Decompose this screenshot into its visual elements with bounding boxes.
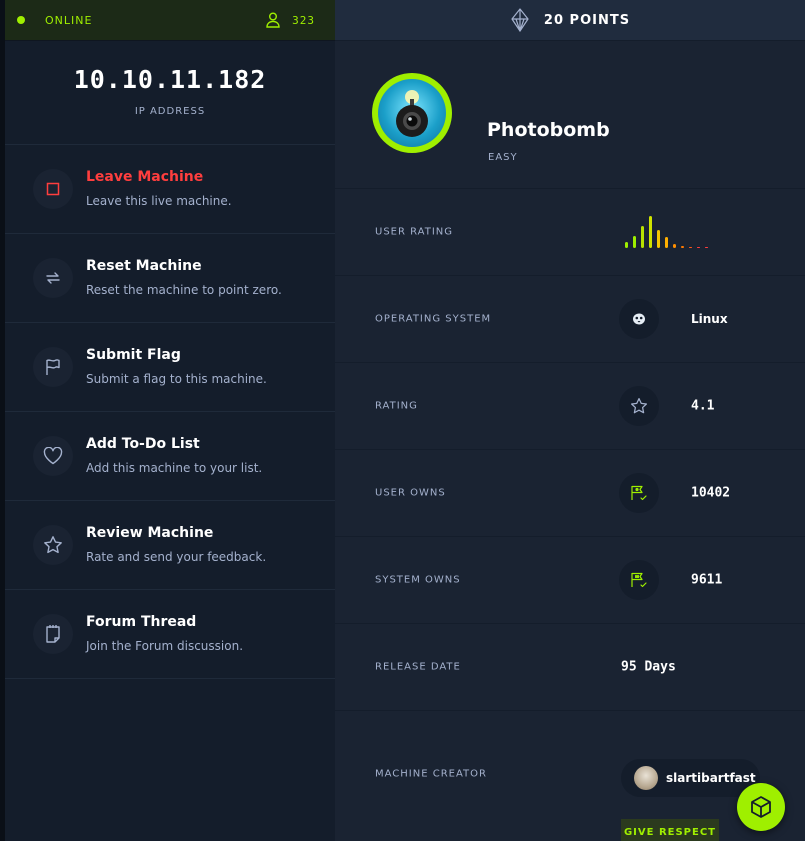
star-icon bbox=[33, 525, 73, 565]
points-label: 20 POINTS bbox=[543, 12, 631, 28]
machine-creator-row: MACHINE CREATOR slartibartfast GIVE RESP… bbox=[335, 711, 805, 841]
rating-bar bbox=[697, 247, 700, 248]
release-date-label: RELEASE DATE bbox=[375, 661, 461, 673]
system-owns-value: 9611 bbox=[691, 572, 723, 588]
bomb-camera-icon bbox=[396, 90, 428, 137]
machine-info-panel: 20 POINTS Photobomb EASY USER RATING OPE… bbox=[335, 0, 805, 841]
star-icon bbox=[619, 386, 659, 426]
machine-header: Photobomb EASY bbox=[335, 41, 805, 189]
rating-bar bbox=[705, 247, 708, 248]
points-bar: 20 POINTS bbox=[335, 0, 805, 41]
online-users: 323 bbox=[266, 12, 315, 28]
system-owns-label: SYSTEM OWNS bbox=[375, 574, 461, 586]
reset-arrows-icon bbox=[33, 258, 73, 298]
creator-name: slartibartfast bbox=[666, 771, 756, 785]
add-todo-title: Add To-Do List bbox=[86, 435, 200, 452]
online-user-count: 323 bbox=[292, 13, 315, 27]
reset-machine-desc: Reset the machine to point zero. bbox=[86, 282, 282, 297]
rating-bar bbox=[649, 216, 652, 248]
os-label: OPERATING SYSTEM bbox=[375, 313, 492, 325]
reset-machine-button[interactable]: Reset Machine Reset the machine to point… bbox=[5, 234, 335, 323]
submit-flag-button[interactable]: Submit Flag Submit a flag to this machin… bbox=[5, 323, 335, 412]
user-rating-label: USER RATING bbox=[375, 226, 454, 238]
add-todo-desc: Add this machine to your list. bbox=[86, 460, 263, 475]
leave-machine-desc: Leave this live machine. bbox=[86, 193, 232, 208]
user-flag-icon bbox=[619, 473, 659, 513]
reset-machine-title: Reset Machine bbox=[86, 257, 202, 274]
submit-flag-title: Submit Flag bbox=[86, 346, 181, 363]
user-owns-row: USER OWNS 10402 bbox=[335, 450, 805, 537]
diamond-icon bbox=[511, 8, 529, 32]
rating-bar bbox=[641, 226, 644, 248]
machine-name: Photobomb bbox=[487, 119, 610, 141]
leave-machine-button[interactable]: Leave Machine Leave this live machine. bbox=[5, 145, 335, 234]
rating-value: 4.1 bbox=[691, 398, 715, 414]
user-rating-chart bbox=[625, 216, 708, 248]
system-flag-icon bbox=[619, 560, 659, 600]
ip-address-block: 10.10.11.182 IP ADDRESS bbox=[5, 41, 335, 145]
review-machine-button[interactable]: Review Machine Rate and send your feedba… bbox=[5, 501, 335, 590]
notepad-icon bbox=[33, 614, 73, 654]
add-todo-button[interactable]: Add To-Do List Add this machine to your … bbox=[5, 412, 335, 501]
release-date-value: 95 Days bbox=[621, 659, 676, 675]
review-machine-desc: Rate and send your feedback. bbox=[86, 549, 267, 564]
rating-label: RATING bbox=[375, 400, 418, 412]
rating-row: RATING 4.1 bbox=[335, 363, 805, 450]
machine-actions-panel: ONLINE 323 10.10.11.182 IP ADDRESS Leave… bbox=[0, 0, 335, 841]
ip-address-label: IP ADDRESS bbox=[134, 105, 206, 117]
rating-bar bbox=[625, 242, 628, 248]
online-status-label: ONLINE bbox=[45, 13, 93, 27]
linux-penguin-icon bbox=[619, 299, 659, 339]
creator-avatar bbox=[634, 766, 658, 790]
user-icon bbox=[266, 12, 280, 28]
machine-creator-label: MACHINE CREATOR bbox=[375, 768, 487, 780]
cube-icon bbox=[751, 796, 771, 818]
online-status-dot bbox=[17, 16, 25, 24]
status-bar: ONLINE 323 bbox=[5, 0, 335, 41]
review-machine-title: Review Machine bbox=[86, 524, 214, 541]
flag-icon bbox=[33, 347, 73, 387]
leave-machine-title: Leave Machine bbox=[86, 168, 204, 185]
forum-thread-desc: Join the Forum discussion. bbox=[86, 638, 244, 653]
machine-avatar bbox=[372, 73, 452, 153]
release-date-row: RELEASE DATE 95 Days bbox=[335, 624, 805, 711]
floating-cube-button[interactable] bbox=[737, 783, 785, 831]
submit-flag-desc: Submit a flag to this machine. bbox=[86, 371, 267, 386]
user-rating-row: USER RATING bbox=[335, 189, 805, 276]
user-owns-value: 10402 bbox=[691, 485, 731, 501]
user-owns-label: USER OWNS bbox=[375, 487, 446, 499]
rating-bar bbox=[657, 230, 660, 248]
give-respect-button[interactable]: GIVE RESPECT bbox=[621, 819, 719, 841]
ip-address[interactable]: 10.10.11.182 bbox=[74, 65, 267, 94]
rating-bar bbox=[689, 247, 692, 248]
os-value: Linux bbox=[691, 312, 728, 326]
rating-bar bbox=[665, 237, 668, 248]
rating-bar bbox=[673, 244, 676, 248]
stop-square-icon bbox=[33, 169, 73, 209]
creator-profile-link[interactable]: slartibartfast bbox=[621, 759, 760, 797]
rating-bar bbox=[633, 236, 636, 248]
os-row: OPERATING SYSTEM Linux bbox=[335, 276, 805, 363]
forum-thread-button[interactable]: Forum Thread Join the Forum discussion. bbox=[5, 590, 335, 679]
machine-difficulty: EASY bbox=[488, 152, 518, 163]
forum-thread-title: Forum Thread bbox=[86, 613, 197, 630]
heart-icon bbox=[33, 436, 73, 476]
system-owns-row: SYSTEM OWNS 9611 bbox=[335, 537, 805, 624]
rating-bar bbox=[681, 246, 684, 248]
